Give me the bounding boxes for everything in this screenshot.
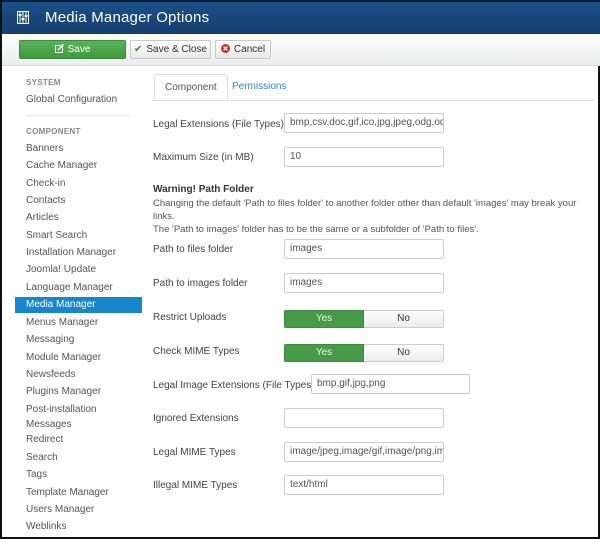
- cancel-icon: [220, 43, 230, 56]
- illegal-mime-label: Illegal MIME Types: [153, 480, 238, 491]
- check-mime-no[interactable]: No: [364, 344, 444, 362]
- sidebar-item-language-manager[interactable]: Language Manager: [15, 280, 142, 296]
- maximum-size-label: Maximum Size (in MB): [153, 152, 254, 163]
- ignored-extensions-input[interactable]: [284, 408, 444, 428]
- toolbar: Save ✔ Save & Close Cancel: [2, 34, 600, 66]
- sidebar-item-post-installation-messages[interactable]: Post-installation Messages: [15, 402, 125, 432]
- legal-image-extensions-input[interactable]: bmp,gif,jpg,png: [311, 374, 470, 394]
- tab-bar: Component Permissions: [152, 74, 594, 101]
- check-mime-label: Check MIME Types: [153, 346, 240, 357]
- check-mime-yes[interactable]: Yes: [284, 344, 364, 362]
- maximum-size-input[interactable]: 10: [284, 147, 444, 167]
- save-close-label: Save & Close: [146, 44, 207, 55]
- sidebar-item-users-manager[interactable]: Users Manager: [15, 502, 142, 518]
- sidebar-heading-system: SYSTEM: [26, 78, 61, 87]
- sidebar-item-redirect[interactable]: Redirect: [15, 432, 142, 448]
- page-title: Media Manager Options: [45, 9, 210, 26]
- sidebar-heading-component: COMPONENT: [26, 127, 81, 136]
- path-images-label: Path to images folder: [153, 278, 248, 289]
- save-close-button[interactable]: ✔ Save & Close: [130, 40, 211, 59]
- save-label: Save: [67, 44, 91, 55]
- sidebar-item-plugins-manager[interactable]: Plugins Manager: [15, 384, 142, 400]
- restrict-uploads-yes[interactable]: Yes: [284, 310, 364, 328]
- sidebar-item-smart-search[interactable]: Smart Search: [15, 228, 142, 244]
- sidebar-item-messaging[interactable]: Messaging: [15, 332, 142, 348]
- sidebar-item-articles[interactable]: Articles: [15, 210, 142, 226]
- restrict-uploads-toggle: Yes No: [284, 310, 444, 328]
- save-button[interactable]: Save: [19, 40, 126, 59]
- cancel-label: Cancel: [233, 44, 266, 55]
- legal-mime-label: Legal MIME Types: [153, 447, 236, 458]
- legal-image-extensions-label: Legal Image Extensions (File Types): [153, 380, 315, 391]
- sidebar-item-weblinks[interactable]: Weblinks: [15, 519, 142, 535]
- warning-line-1: Changing the default 'Path to files fold…: [153, 198, 577, 222]
- sidebar-item-joomla-update[interactable]: Joomla! Update: [15, 262, 142, 278]
- tab-component[interactable]: Component: [154, 74, 228, 100]
- warning-line-2: The 'Path to images' folder has to be th…: [153, 224, 479, 235]
- sidebar-item-media-manager[interactable]: Media Manager: [15, 297, 142, 313]
- sidebar-divider: [26, 115, 130, 116]
- restrict-uploads-no[interactable]: No: [364, 310, 444, 328]
- legal-extensions-input[interactable]: bmp,csv,doc,gif,ico,jpg,jpeg,odg,odp: [284, 113, 444, 133]
- sidebar-item-module-manager[interactable]: Module Manager: [15, 350, 142, 366]
- tab-permissions[interactable]: Permissions: [222, 74, 296, 100]
- sidebar-item-newsfeeds[interactable]: Newsfeeds: [15, 367, 142, 383]
- path-files-input[interactable]: images: [284, 239, 444, 259]
- ignored-extensions-label: Ignored Extensions: [153, 413, 239, 424]
- path-images-input[interactable]: images: [284, 273, 444, 293]
- sidebar-item-global-configuration[interactable]: Global Configuration: [15, 92, 142, 108]
- title-bar: Media Manager Options: [2, 0, 600, 34]
- legal-extensions-label: Legal Extensions (File Types): [153, 119, 284, 130]
- sidebar-item-tags[interactable]: Tags: [15, 467, 142, 483]
- equalizer-icon: [17, 11, 29, 24]
- sidebar-item-installation-manager[interactable]: Installation Manager: [15, 245, 142, 261]
- checkmark-icon: ✔: [134, 44, 143, 55]
- sidebar-item-search[interactable]: Search: [15, 450, 142, 466]
- sidebar-item-contacts[interactable]: Contacts: [15, 193, 142, 209]
- path-files-label: Path to files folder: [153, 244, 234, 255]
- sidebar-item-check-in[interactable]: Check-in: [15, 176, 142, 192]
- sidebar-item-cache-manager[interactable]: Cache Manager: [15, 158, 142, 174]
- sidebar-item-template-manager[interactable]: Template Manager: [15, 485, 142, 501]
- legal-mime-input[interactable]: image/jpeg,image/gif,image/png,image/bmp: [284, 442, 444, 462]
- sidebar-item-menus-manager[interactable]: Menus Manager: [15, 315, 142, 331]
- warning-text: Changing the default 'Path to files fold…: [153, 197, 598, 236]
- warning-title: Warning! Path Folder: [153, 184, 254, 195]
- sidebar-item-banners[interactable]: Banners: [15, 141, 142, 157]
- cancel-button[interactable]: Cancel: [215, 40, 271, 59]
- restrict-uploads-label: Restrict Uploads: [153, 312, 227, 323]
- edit-icon: [54, 43, 64, 56]
- check-mime-toggle: Yes No: [284, 344, 444, 362]
- illegal-mime-input[interactable]: text/html: [284, 475, 444, 495]
